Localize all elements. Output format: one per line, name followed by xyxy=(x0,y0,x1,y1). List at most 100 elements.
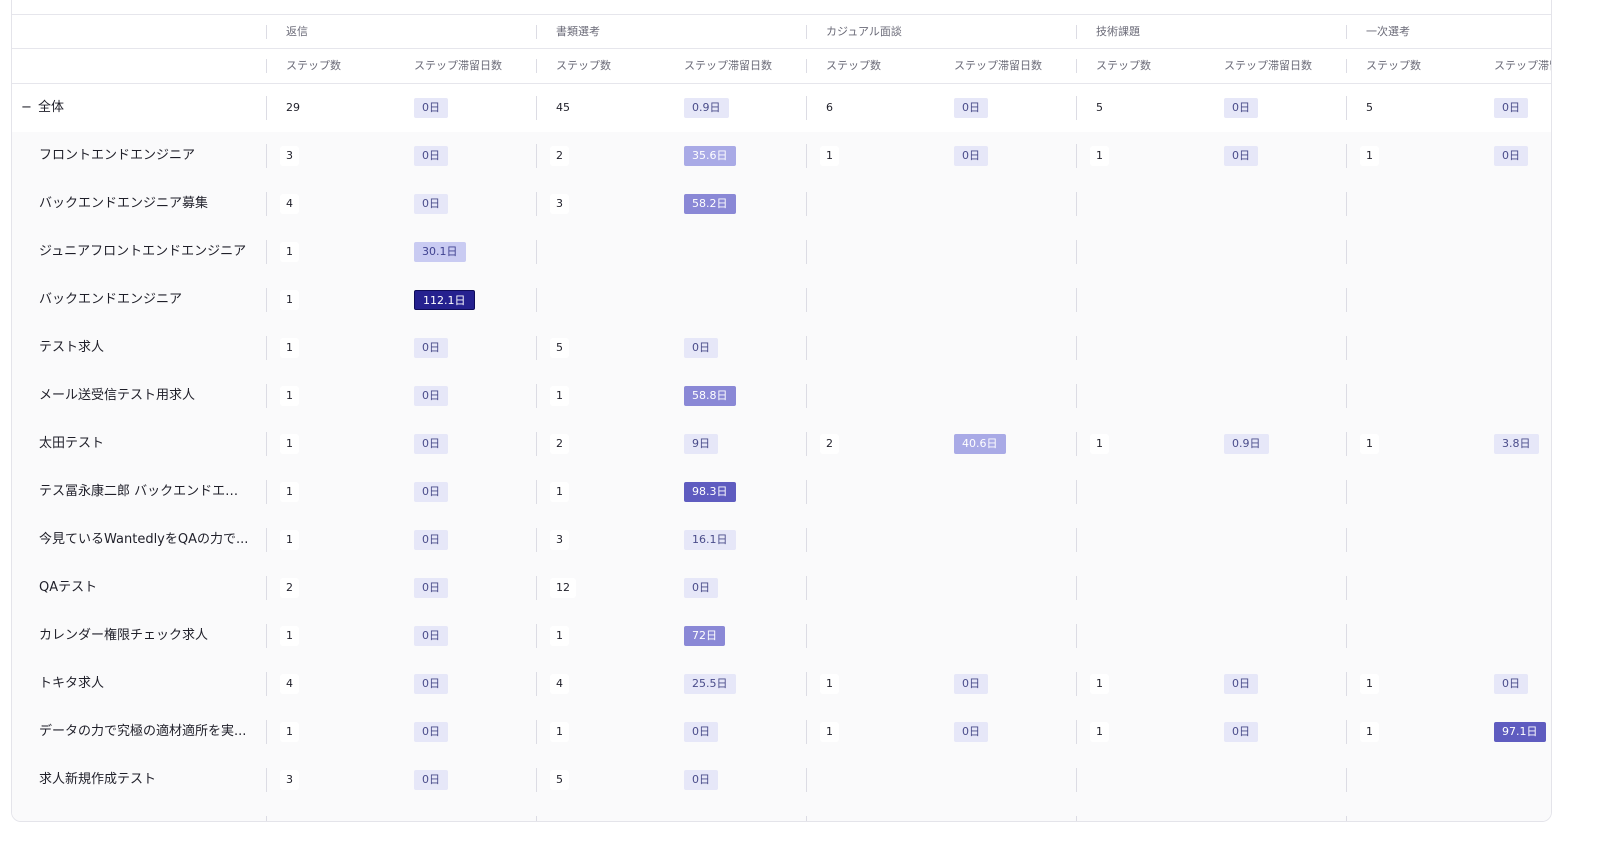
stay-days-badge: 0日 xyxy=(414,194,448,214)
job-name: データの力で究極の適材適所を実... xyxy=(39,724,247,739)
step-count: 4 xyxy=(280,674,299,694)
column-separator xyxy=(806,288,807,312)
step-count: 3 xyxy=(550,530,569,550)
column-separator xyxy=(1076,384,1077,408)
column-header-step-count: ステップ数 xyxy=(1096,59,1151,72)
stay-days-badge: 35.6日 xyxy=(684,146,736,166)
column-separator xyxy=(266,816,267,821)
column-separator xyxy=(806,576,807,600)
step-count: 12 xyxy=(550,578,576,598)
stay-days-badge: 0日 xyxy=(1494,98,1528,118)
table-row[interactable]: バックエンドエンジニア 1 112.1日 xyxy=(12,276,1551,324)
step-count: 1 xyxy=(280,242,299,262)
stay-days-badge: 0日 xyxy=(414,386,448,406)
column-separator xyxy=(536,144,537,168)
table-row[interactable]: バックエンドエンジニア募集 4 0日 3 58.2日 xyxy=(12,180,1551,228)
job-name: ジュニアフロントエンドエンジニア xyxy=(39,244,247,259)
step-count: 1 xyxy=(1360,434,1379,454)
job-name: テスト求人 xyxy=(39,340,105,355)
column-separator xyxy=(1076,480,1077,504)
column-separator xyxy=(806,96,807,120)
table-row[interactable]: テスト求人 1 0日 5 0日 xyxy=(12,324,1551,372)
step-count: 2 xyxy=(820,434,839,454)
step-count: 1 xyxy=(1090,434,1109,454)
column-separator xyxy=(266,96,267,120)
step-count: 1 xyxy=(1090,674,1109,694)
header-sub-row: ステップ数 ステップ滞留日数 ステップ数 ステップ滞留日数 ステップ数 ステップ滞留日数 ス… xyxy=(12,49,1551,84)
column-separator xyxy=(1076,144,1077,168)
step-count: 1 xyxy=(1360,146,1379,166)
table-row[interactable]: 太田テスト 1 0日 2 9日 2 40.6日 1 0.9日 1 3.8日 xyxy=(12,420,1551,468)
column-separator xyxy=(1346,528,1347,552)
column-separator xyxy=(806,624,807,648)
stay-days-badge: 0日 xyxy=(414,770,448,790)
stay-days-badge: 0日 xyxy=(1224,674,1258,694)
stay-days-badge: 0.9日 xyxy=(1224,434,1269,454)
table-row[interactable]: データの力で究極の適材適所を実... 1 0日 1 0日 1 0日 1 0日 1 97.1日 xyxy=(12,708,1551,756)
column-separator xyxy=(536,816,537,821)
column-separator xyxy=(1076,192,1077,216)
stay-days-badge: 0日 xyxy=(684,578,718,598)
column-separator xyxy=(806,720,807,744)
column-separator xyxy=(806,816,807,821)
job-name: バックエンドエンジニア募集 xyxy=(39,196,209,211)
collapse-toggle-icon[interactable]: − xyxy=(21,84,32,132)
column-separator xyxy=(536,336,537,360)
column-separator xyxy=(1346,336,1347,360)
column-separator xyxy=(266,59,267,73)
table-row-partial xyxy=(12,804,1551,821)
job-name: 太田テスト xyxy=(39,436,105,451)
column-separator xyxy=(536,768,537,792)
step-count: 1 xyxy=(280,434,299,454)
column-separator xyxy=(1346,384,1347,408)
table-row[interactable]: 今見ているWantedlyをQAの力で... 1 0日 3 16.1日 xyxy=(12,516,1551,564)
table-row[interactable]: カレンダー権限チェック求人 1 0日 1 72日 xyxy=(12,612,1551,660)
table-row[interactable]: メール送受信テスト用求人 1 0日 1 58.8日 xyxy=(12,372,1551,420)
column-separator xyxy=(1346,672,1347,696)
column-separator xyxy=(1346,624,1347,648)
table-row[interactable]: ジュニアフロントエンドエンジニア 1 30.1日 xyxy=(12,228,1551,276)
column-header-step-count: ステップ数 xyxy=(286,59,341,72)
column-separator xyxy=(266,25,267,39)
table-row[interactable]: 求人新規作成テスト 3 0日 5 0日 xyxy=(12,756,1551,804)
column-separator xyxy=(1346,25,1347,39)
column-separator xyxy=(536,288,537,312)
column-separator xyxy=(536,528,537,552)
stay-days-badge: 0日 xyxy=(954,146,988,166)
total-row[interactable]: − 全体 29 0日 45 0.9日 6 0日 5 0日 5 0日 xyxy=(12,84,1551,132)
column-separator xyxy=(536,192,537,216)
column-separator xyxy=(536,576,537,600)
column-separator xyxy=(536,720,537,744)
stay-days-badge: 0日 xyxy=(1224,146,1258,166)
column-header-step-count: ステップ数 xyxy=(826,59,881,72)
column-separator xyxy=(806,336,807,360)
column-separator xyxy=(806,192,807,216)
column-separator xyxy=(806,480,807,504)
job-name: 全体 xyxy=(38,100,65,115)
table-row[interactable]: QAテスト 2 0日 12 0日 xyxy=(12,564,1551,612)
column-separator xyxy=(1076,96,1077,120)
pipeline-table: 返信 書類選考 カジュアル面談 技術課題 一次選考 ステップ数 ステップ滞留日数 ステップ数… xyxy=(11,0,1552,822)
table-row[interactable]: テス冨永康二郎 バックエンドエン... 1 0日 1 98.3日 xyxy=(12,468,1551,516)
column-separator xyxy=(806,768,807,792)
column-group-header: 書類選考 xyxy=(556,25,600,38)
stay-days-badge: 0日 xyxy=(414,674,448,694)
column-separator xyxy=(1076,59,1077,73)
column-separator xyxy=(536,96,537,120)
stay-days-badge: 0日 xyxy=(954,674,988,694)
column-group-header: カジュアル面談 xyxy=(826,25,902,38)
column-header-stay-days: ステップ滞留日数 xyxy=(414,59,502,72)
column-separator xyxy=(806,384,807,408)
column-separator xyxy=(806,59,807,73)
step-count: 4 xyxy=(550,674,569,694)
step-count: 1 xyxy=(280,626,299,646)
column-group-header: 技術課題 xyxy=(1096,25,1140,38)
step-count: 29 xyxy=(286,101,300,114)
column-separator xyxy=(536,432,537,456)
table-row[interactable]: トキタ求人 4 0日 4 25.5日 1 0日 1 0日 1 0日 xyxy=(12,660,1551,708)
stay-days-badge: 9日 xyxy=(684,434,718,454)
job-name: メール送受信テスト用求人 xyxy=(39,388,196,403)
table-row[interactable]: フロントエンドエンジニア 3 0日 2 35.6日 1 0日 1 0日 1 0日 xyxy=(12,132,1551,180)
column-separator xyxy=(536,624,537,648)
stay-days-badge: 0日 xyxy=(684,722,718,742)
